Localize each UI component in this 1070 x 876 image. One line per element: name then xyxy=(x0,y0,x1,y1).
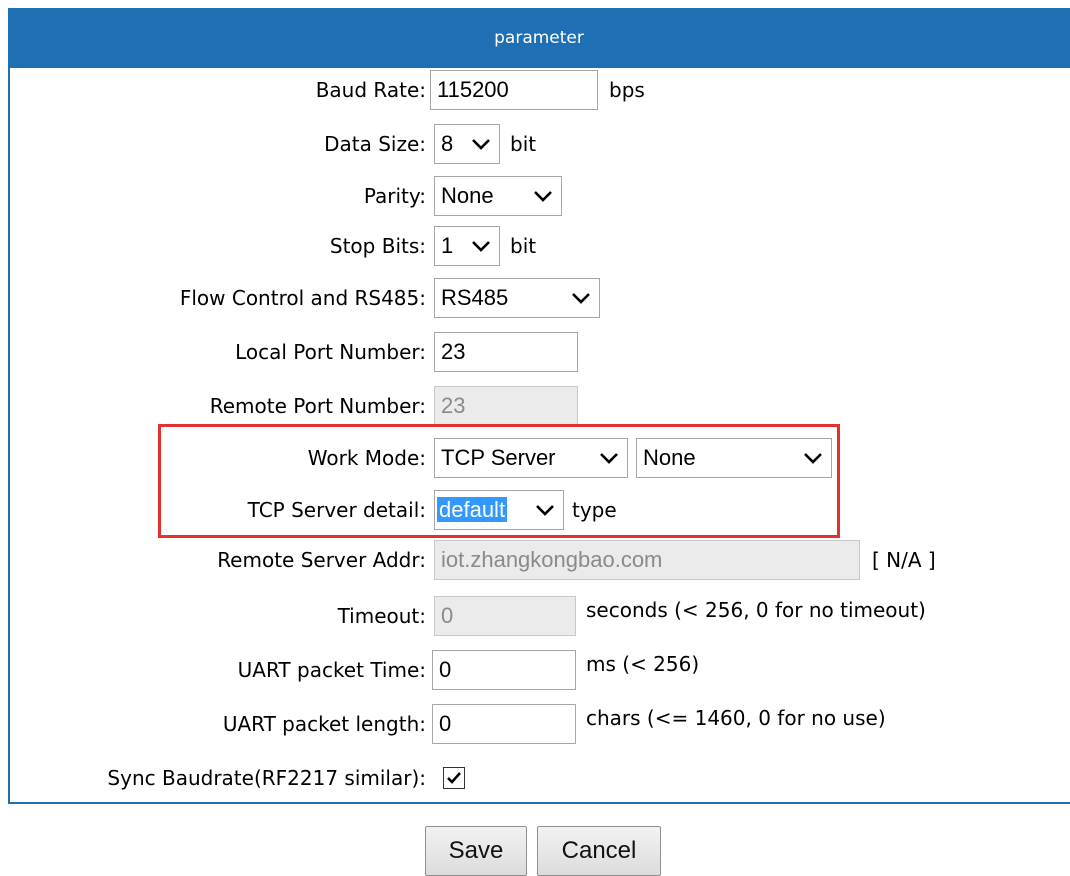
sync-baudrate-checkbox[interactable] xyxy=(443,767,465,789)
flow-control-select[interactable]: RS485 xyxy=(434,278,600,318)
stop-bits-select[interactable]: 1 xyxy=(434,226,500,266)
remote-port-label: Remote Port Number: xyxy=(209,394,426,418)
local-port-row: Local Port Number: 23 xyxy=(10,332,1070,372)
chevron-down-icon xyxy=(533,177,553,215)
local-port-label: Local Port Number: xyxy=(235,340,426,364)
uart-packet-time-input[interactable]: 0 xyxy=(432,650,576,690)
local-port-input[interactable]: 23 xyxy=(434,332,578,372)
sync-baudrate-label: Sync Baudrate(RF2217 similar): xyxy=(107,766,426,790)
remote-server-addr-row: Remote Server Addr: iot.zhangkongbao.com… xyxy=(10,540,1070,580)
chevron-down-icon xyxy=(471,125,491,163)
baud-rate-label: Baud Rate: xyxy=(315,78,426,102)
remote-port-input[interactable]: 23 xyxy=(434,386,578,426)
chevron-down-icon xyxy=(471,227,491,265)
remote-server-addr-label: Remote Server Addr: xyxy=(217,548,426,572)
data-size-value: 8 xyxy=(441,131,454,156)
save-button[interactable]: Save xyxy=(425,826,527,876)
baud-rate-input[interactable]: 115200 xyxy=(430,70,598,110)
remote-server-addr-status: [ N/A ] xyxy=(872,548,936,572)
uart-packet-length-value: 0 xyxy=(439,711,452,736)
checkmark-icon xyxy=(447,772,461,784)
parity-select[interactable]: None xyxy=(434,176,562,216)
stop-bits-unit: bit xyxy=(510,234,537,258)
uart-packet-length-row: UART packet length: 0 chars (<= 1460, 0 … xyxy=(10,704,1070,744)
remote-port-row: Remote Port Number: 23 xyxy=(10,386,1070,426)
baud-rate-value: 115200 xyxy=(437,77,509,102)
uart-packet-length-input[interactable]: 0 xyxy=(432,704,576,744)
uart-packet-time-hint: ms (< 256) xyxy=(586,652,700,676)
baud-rate-unit: bps xyxy=(609,78,645,102)
remote-server-addr-input[interactable]: iot.zhangkongbao.com xyxy=(434,540,860,580)
panel-title: parameter xyxy=(8,8,1070,68)
timeout-row: Timeout: 0 seconds (< 256, 0 for no time… xyxy=(10,596,1070,636)
stop-bits-label: Stop Bits: xyxy=(329,234,426,258)
uart-packet-time-label: UART packet Time: xyxy=(237,658,426,682)
highlight-box xyxy=(158,424,840,538)
stop-bits-row: Stop Bits: 1 bit xyxy=(10,226,1070,266)
data-size-unit: bit xyxy=(510,132,537,156)
uart-packet-length-hint: chars (<= 1460, 0 for no use) xyxy=(586,706,886,730)
uart-packet-time-row: UART packet Time: 0 ms (< 256) xyxy=(10,650,1070,690)
timeout-value: 0 xyxy=(441,603,454,628)
parity-row: Parity: None xyxy=(10,176,1070,216)
uart-packet-time-value: 0 xyxy=(439,657,452,682)
data-size-label: Data Size: xyxy=(324,132,426,156)
timeout-hint: seconds (< 256, 0 for no timeout) xyxy=(586,598,926,622)
remote-server-addr-value: iot.zhangkongbao.com xyxy=(441,547,663,572)
parameter-panel: parameter Baud Rate: 115200 bps Data Siz… xyxy=(8,8,1070,804)
remote-port-value: 23 xyxy=(441,393,466,418)
parity-label: Parity: xyxy=(363,184,426,208)
local-port-value: 23 xyxy=(441,339,466,364)
timeout-input[interactable]: 0 xyxy=(434,596,576,636)
data-size-select[interactable]: 8 xyxy=(434,124,500,164)
sync-baudrate-row: Sync Baudrate(RF2217 similar): xyxy=(10,758,1070,798)
flow-control-row: Flow Control and RS485: RS485 xyxy=(10,278,1070,318)
baud-rate-row: Baud Rate: 115200 bps xyxy=(10,70,1070,110)
flow-control-label: Flow Control and RS485: xyxy=(179,286,426,310)
timeout-label: Timeout: xyxy=(337,604,426,628)
flow-control-value: RS485 xyxy=(441,285,509,310)
stop-bits-value: 1 xyxy=(441,233,454,258)
uart-packet-length-label: UART packet length: xyxy=(222,712,426,736)
data-size-row: Data Size: 8 bit xyxy=(10,124,1070,164)
chevron-down-icon xyxy=(571,279,591,317)
parity-value: None xyxy=(441,183,494,208)
cancel-button[interactable]: Cancel xyxy=(537,826,661,876)
